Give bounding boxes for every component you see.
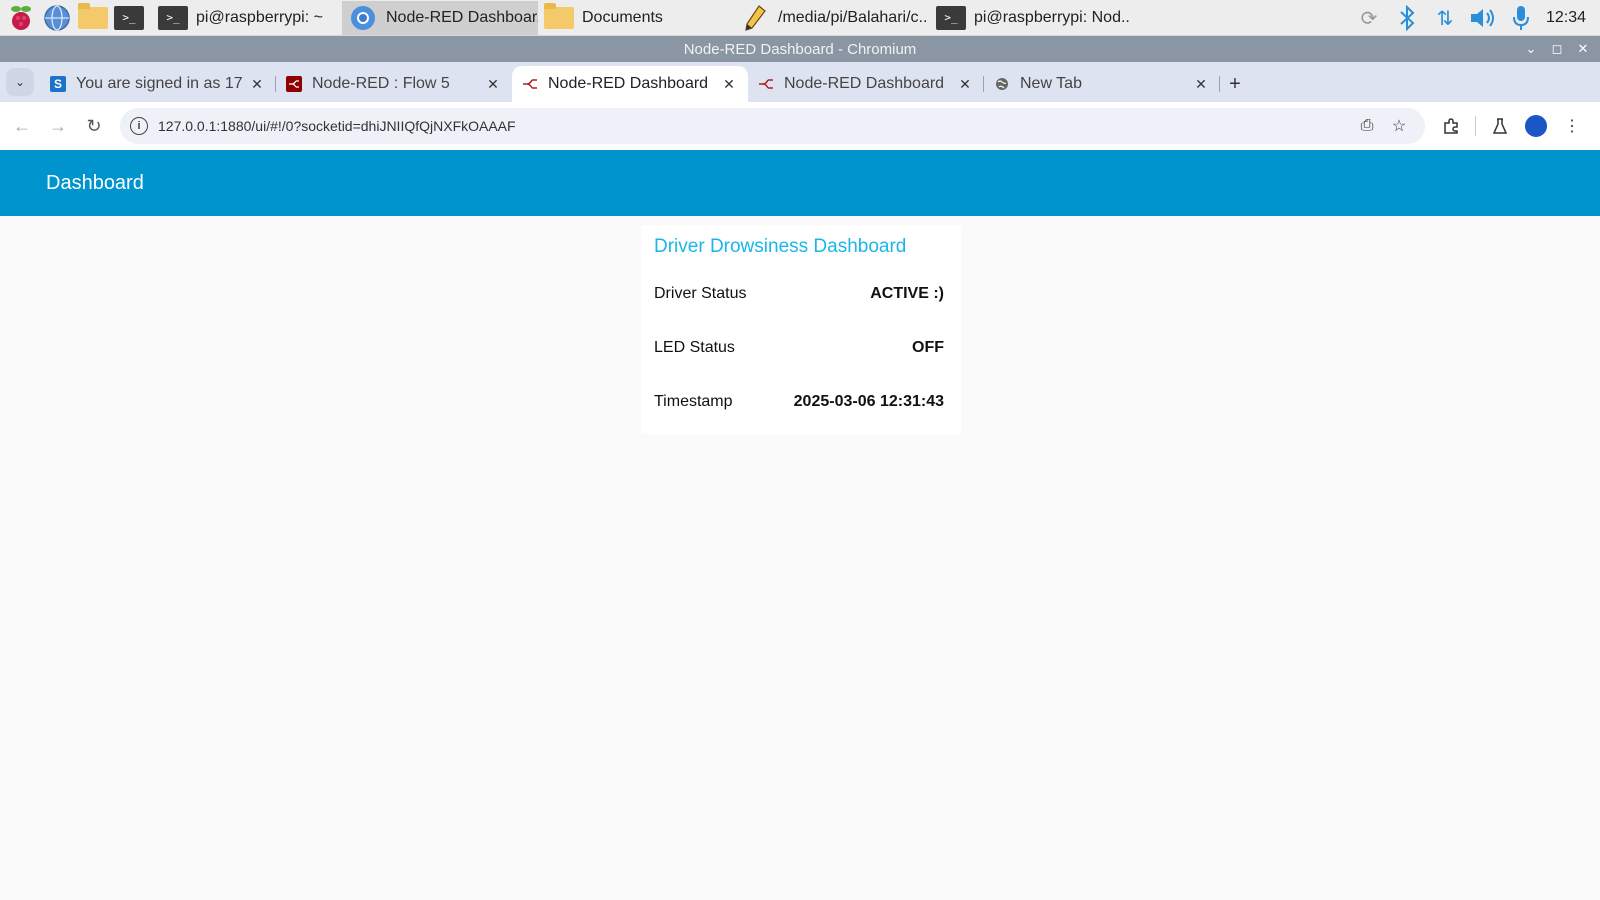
window-controls: ⌄ ◻ ✕ [1518, 36, 1596, 62]
tab-title: New Tab [1020, 75, 1082, 92]
tab-signed-in[interactable]: S You are signed in as 17 ✕ [40, 66, 276, 102]
row-value: 2025-03-06 12:31:43 [793, 393, 944, 410]
tab-node-red-flow[interactable]: Node-RED : Flow 5 ✕ [276, 66, 512, 102]
task-documents[interactable]: Documents [538, 1, 734, 35]
minimize-icon[interactable]: ⌄ [1518, 41, 1544, 57]
site-info-icon[interactable]: i [130, 117, 148, 135]
network-icon[interactable]: ⇅ [1426, 0, 1464, 36]
taskbar: >_ >_ pi@raspberrypi: ~ Node-RED Dashboa… [0, 0, 1600, 36]
close-tab-icon[interactable]: ✕ [484, 76, 502, 93]
terminal-icon: >_ [158, 5, 188, 31]
install-app-icon[interactable]: ⎙ [1351, 117, 1383, 135]
tab-title: Node-RED Dashboard [548, 75, 709, 92]
system-tray: ⟳ ⇅ 12:34 [1350, 0, 1600, 36]
timestamp-row: Timestamp 2025-03-06 12:31:43 [654, 375, 944, 429]
s-favicon-icon: S [50, 76, 66, 92]
terminal-icon: >_ [936, 5, 966, 31]
maximize-icon[interactable]: ◻ [1544, 41, 1570, 57]
task-text-editor[interactable]: /media/pi/Balahari/c.. [734, 1, 930, 35]
tab-strip: ⌄ S You are signed in as 17 ✕ Node-RED :… [0, 62, 1600, 102]
tab-node-red-dashboard-active[interactable]: Node-RED Dashboard ✕ [512, 66, 748, 102]
update-icon[interactable]: ⟳ [1350, 0, 1388, 36]
driver-status-row: Driver Status ACTIVE :) [654, 267, 944, 321]
close-tab-icon[interactable]: ✕ [956, 76, 974, 93]
task-label: Documents [582, 8, 663, 26]
driver-status-card: Driver Drowsiness Dashboard Driver Statu… [641, 225, 961, 434]
dashboard-header: Dashboard [0, 150, 1600, 216]
toolbar-divider [1475, 116, 1476, 136]
row-label: LED Status [654, 339, 735, 356]
close-tab-icon[interactable]: ✕ [248, 76, 266, 93]
web-browser-icon[interactable] [42, 3, 72, 33]
folder-icon [544, 2, 574, 31]
forward-icon[interactable]: → [40, 108, 76, 144]
more-menu-icon[interactable]: ⋮ [1554, 108, 1590, 144]
task-label: Node-RED Dashboar.. [386, 8, 538, 26]
profile-avatar-icon[interactable] [1518, 108, 1554, 144]
bookmark-star-icon[interactable]: ☆ [1383, 116, 1415, 136]
window-titlebar[interactable]: Node-RED Dashboard - Chromium ⌄ ◻ ✕ [0, 36, 1600, 62]
raspberry-menu-icon[interactable] [6, 3, 36, 33]
pencil-icon [740, 4, 770, 31]
tab-search-icon[interactable]: ⌄ [6, 68, 34, 96]
window-title: Node-RED Dashboard - Chromium [683, 40, 917, 58]
task-terminal-home[interactable]: >_ pi@raspberrypi: ~ [152, 1, 342, 35]
row-value: ACTIVE :) [870, 285, 944, 302]
task-label: /media/pi/Balahari/c.. [778, 8, 928, 26]
globe-icon [994, 76, 1010, 92]
microphone-icon[interactable] [1502, 0, 1540, 36]
row-label: Driver Status [654, 285, 747, 302]
close-tab-icon[interactable]: ✕ [720, 76, 738, 93]
bluetooth-icon[interactable] [1388, 0, 1426, 36]
close-window-icon[interactable]: ✕ [1570, 41, 1596, 57]
reload-icon[interactable]: ↻ [76, 108, 112, 144]
row-label: Timestamp [654, 393, 733, 410]
led-status-row: LED Status OFF [654, 321, 944, 375]
task-chromium[interactable]: Node-RED Dashboar.. [342, 0, 538, 35]
volume-icon[interactable] [1464, 0, 1502, 36]
node-red-favicon-icon [758, 76, 774, 92]
back-icon[interactable]: ← [4, 108, 40, 144]
clock[interactable]: 12:34 [1540, 9, 1600, 27]
address-bar[interactable]: i 127.0.0.1:1880/ui/#!/0?socketid=dhiJNI… [120, 108, 1425, 144]
tab-title: Node-RED Dashboard [784, 75, 945, 92]
task-label: pi@raspberrypi: ~ [196, 8, 323, 26]
task-terminal-node[interactable]: >_ pi@raspberrypi: Nod.. [930, 1, 1130, 35]
file-manager-icon[interactable] [78, 2, 108, 33]
browser-toolbar: ← → ↻ i 127.0.0.1:1880/ui/#!/0?socketid=… [0, 102, 1600, 150]
close-tab-icon[interactable]: ✕ [1192, 76, 1210, 93]
dashboard-title: Dashboard [46, 171, 144, 194]
node-red-favicon-icon [522, 76, 538, 92]
tab-title: You are signed in as 17 [76, 75, 243, 92]
node-red-favicon-icon [286, 76, 302, 92]
card-title: Driver Drowsiness Dashboard [654, 236, 907, 257]
chromium-icon [348, 5, 378, 31]
terminal-launcher-icon[interactable]: >_ [114, 3, 144, 33]
tab-node-red-dashboard[interactable]: Node-RED Dashboard ✕ [748, 66, 984, 102]
row-value: OFF [912, 339, 944, 356]
tab-new-tab[interactable]: New Tab ✕ [984, 66, 1220, 102]
url-text[interactable]: 127.0.0.1:1880/ui/#!/0?socketid=dhiJNIIQ… [158, 118, 1351, 134]
tab-title: Node-RED : Flow 5 [312, 75, 450, 92]
extensions-icon[interactable] [1433, 108, 1469, 144]
labs-flask-icon[interactable] [1482, 108, 1518, 144]
task-label: pi@raspberrypi: Nod.. [974, 8, 1130, 26]
new-tab-button[interactable]: + [1220, 66, 1250, 102]
